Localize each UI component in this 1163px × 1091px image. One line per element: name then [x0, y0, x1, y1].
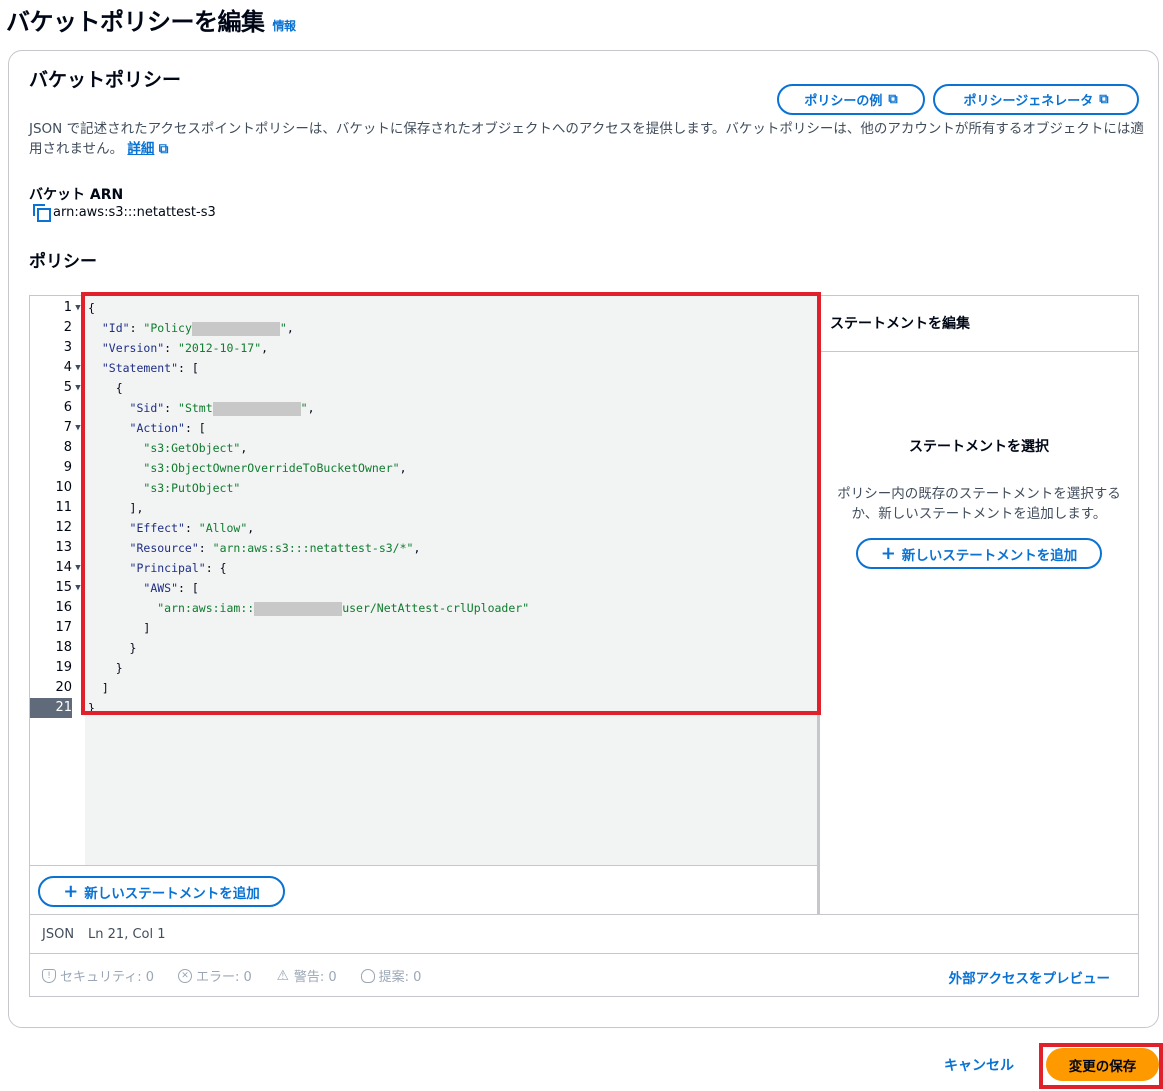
line-number: 15 [55, 580, 72, 595]
side-add-statement-button[interactable]: + 新しいステートメントを追加 [856, 538, 1102, 569]
line-number: 3 [63, 340, 72, 355]
side-panel-title: ステートメントを選択 [909, 439, 1049, 455]
policy-label: ポリシー [29, 252, 97, 272]
policy-examples-button[interactable]: ポリシーの例 ⧉ [777, 84, 925, 115]
plus-icon: + [63, 880, 79, 902]
line-number: 14 [55, 560, 72, 575]
line-number: 10 [55, 480, 72, 495]
line-number: 6 [63, 400, 72, 415]
warning-count-label: 警告: 0 [293, 970, 337, 985]
bucket-arn-label: バケット ARN [29, 187, 124, 203]
line-number: 20 [55, 680, 72, 695]
line-number: 4 [63, 360, 72, 375]
external-link-icon: ⧉ [158, 141, 169, 157]
side-panel-body: ステートメントを選択 ポリシー内の既存のステートメントを選択するか、新しいステー… [820, 352, 1138, 914]
line-number: 16 [55, 600, 72, 615]
line-number: 18 [55, 640, 72, 655]
line-number: 21 [30, 698, 72, 718]
line-number: 8 [63, 440, 72, 455]
line-number: 17 [55, 620, 72, 635]
info-link[interactable]: 情報 [273, 17, 297, 34]
warning-icon: ⚠ [276, 967, 290, 984]
page-title-text: バケットポリシーを編集 [6, 8, 265, 36]
shield-icon: ! [42, 968, 56, 983]
cancel-button[interactable]: キャンセル [944, 1055, 1014, 1075]
error-count-label: エラー: 0 [196, 970, 252, 985]
side-panel-description: ポリシー内の既存のステートメントを選択するか、新しいステートメントを追加します。 [837, 486, 1121, 522]
line-number: 12 [55, 520, 72, 535]
plus-icon: + [880, 542, 896, 564]
security-count-label: セキュリティ: 0 [60, 970, 155, 985]
details-link[interactable]: 詳細 [127, 141, 154, 157]
policy-generator-button[interactable]: ポリシージェネレータ ⧉ [933, 84, 1139, 115]
preview-external-access-link[interactable]: 外部アクセスをプレビュー [949, 967, 1110, 987]
add-statement-button[interactable]: + 新しいステートメントを追加 [38, 876, 285, 907]
bucket-arn-row: arn:aws:s3:::netattest-s3 [33, 204, 216, 222]
status-cursor-position: Ln 21, Col 1 [88, 926, 166, 942]
description-text: JSON で記述されたアクセスポイントポリシーは、バケットに保存されたオブジェク… [29, 121, 1144, 157]
line-number: 2 [63, 320, 72, 335]
section-title: バケットポリシー [29, 69, 182, 91]
highlight-box-policy [81, 292, 821, 715]
divider [30, 865, 817, 866]
validation-bar: ! セキュリティ: 0 ✕ エラー: 0 ⚠ 警告: 0 提案: 0 外部アクセ… [30, 954, 1138, 997]
error-count[interactable]: ✕ エラー: 0 [178, 966, 252, 985]
side-panel-header: ステートメントを編集 [820, 296, 1138, 352]
suggestion-count-label: 提案: 0 [378, 970, 422, 985]
error-icon: ✕ [178, 968, 193, 983]
section-description: JSON で記述されたアクセスポイントポリシーは、バケットに保存されたオブジェク… [29, 119, 1144, 159]
line-number: 7 [63, 420, 72, 435]
bucket-arn-value: arn:aws:s3:::netattest-s3 [53, 204, 216, 220]
add-statement-label: 新しいステートメントを追加 [84, 885, 260, 902]
lightbulb-icon [360, 968, 375, 983]
side-add-statement-label: 新しいステートメントを追加 [901, 547, 1078, 564]
highlight-box-save [1039, 1043, 1163, 1089]
status-language: JSON [42, 926, 75, 942]
policy-generator-label: ポリシージェネレータ [963, 94, 1094, 109]
side-panel-header-text: ステートメントを編集 [830, 316, 970, 332]
line-number: 5 [63, 380, 72, 395]
external-link-icon: ⧉ [888, 92, 898, 107]
external-link-icon: ⧉ [1099, 92, 1109, 107]
policy-examples-label: ポリシーの例 [804, 94, 883, 109]
line-number: 13 [55, 540, 72, 555]
editor-status-bar: JSON Ln 21, Col 1 [30, 914, 1138, 954]
line-number: 19 [55, 660, 72, 675]
line-number: 11 [55, 500, 72, 515]
warning-count[interactable]: ⚠ 警告: 0 [276, 966, 337, 986]
security-count[interactable]: ! セキュリティ: 0 [42, 966, 154, 985]
line-number: 1 [63, 300, 72, 315]
copy-icon[interactable] [33, 204, 51, 222]
suggestion-count[interactable]: 提案: 0 [360, 966, 422, 985]
page-title: バケットポリシーを編集 情報 [6, 2, 296, 37]
line-number: 9 [63, 460, 72, 475]
